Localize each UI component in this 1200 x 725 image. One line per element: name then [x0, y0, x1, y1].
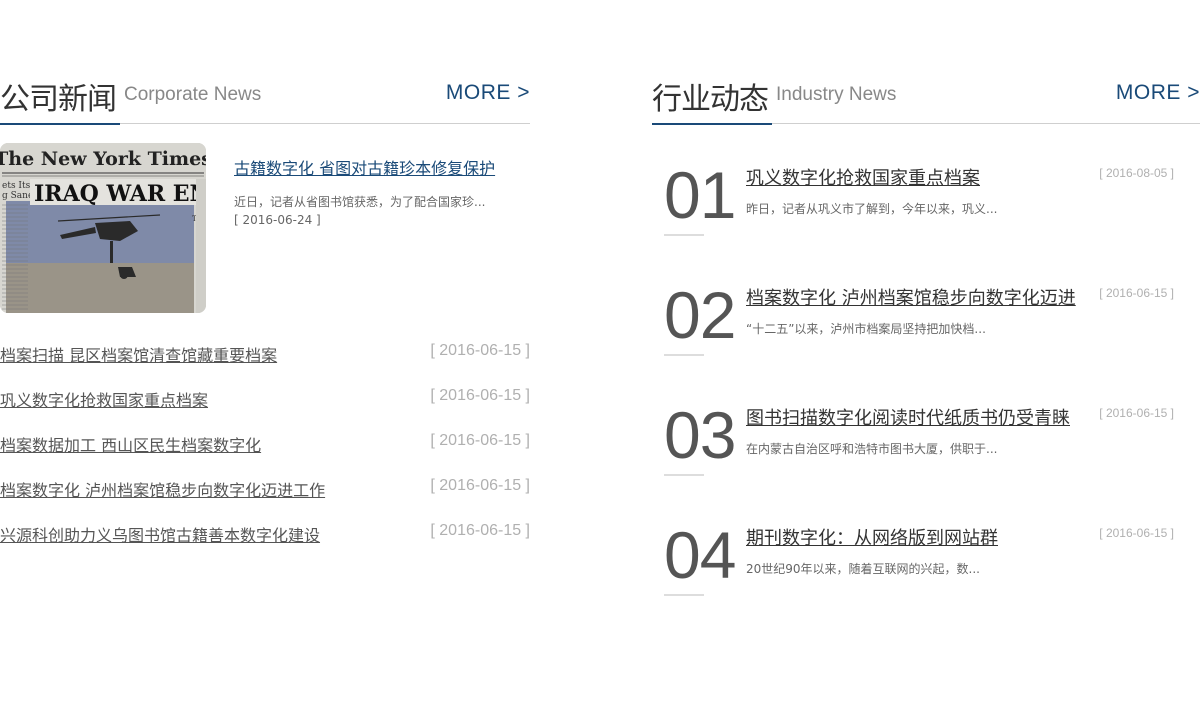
corporate-news-title: 公司新闻 — [0, 82, 117, 117]
industry-item-desc: “十二五”以来，泸州市档案局坚持把加快档... — [746, 322, 986, 336]
industry-item-desc: 在内蒙古自治区呼和浩特市图书大厦，供职于... — [746, 442, 998, 456]
list-item[interactable]: 巩义数字化抢救国家重点档案 [ 2016-06-15 ] — [0, 383, 530, 428]
industry-item-date: [ 2016-08-05 ] — [1099, 166, 1174, 180]
news-item-title[interactable]: 档案数据加工 西山区民生档案数字化 — [0, 432, 261, 456]
industry-item-title[interactable]: 图书扫描数字化阅读时代纸质书仍受青睐 — [746, 404, 1070, 430]
newspaper-masthead: The New York Times — [0, 148, 206, 170]
industry-item-divider — [664, 474, 704, 476]
industry-news-header: 行业动态 Industry News MORE > — [652, 70, 1200, 125]
list-item[interactable]: 档案扫描 昆区档案馆清查馆藏重要档案 [ 2016-06-15 ] — [0, 338, 530, 383]
newspaper-image: The New York Times ets Its Sights on g S… — [0, 143, 206, 313]
corporate-news-list: 档案扫描 昆区档案馆清查馆藏重要档案 [ 2016-06-15 ] 巩义数字化抢… — [0, 338, 530, 563]
news-item-date: [ 2016-06-15 ] — [430, 342, 530, 359]
industry-item-desc: 昨日，记者从巩义市了解到，今年以来，巩义... — [746, 202, 998, 216]
news-item-title[interactable]: 巩义数字化抢救国家重点档案 — [0, 387, 208, 411]
industry-more-link[interactable]: MORE > — [1116, 81, 1200, 105]
industry-news-subtitle: Industry News — [776, 84, 897, 105]
industry-item-divider — [664, 234, 704, 236]
industry-item-divider — [664, 594, 704, 596]
industry-item-title[interactable]: 档案数字化 泸州档案馆稳步向数字化迈进 — [746, 284, 1076, 310]
industry-item-date: [ 2016-06-15 ] — [1099, 406, 1174, 420]
news-item-date: [ 2016-06-15 ] — [430, 522, 530, 539]
industry-item-divider — [664, 354, 704, 356]
list-item[interactable]: 02 档案数字化 泸州档案馆稳步向数字化迈进 “十二五”以来，泸州市档案局坚持把… — [652, 270, 1200, 390]
list-item[interactable]: 01 巩义数字化抢救国家重点档案 昨日，记者从巩义市了解到，今年以来，巩义...… — [652, 150, 1200, 270]
industry-news-list: 01 巩义数字化抢救国家重点档案 昨日，记者从巩义市了解到，今年以来，巩义...… — [652, 150, 1200, 630]
industry-item-date: [ 2016-06-15 ] — [1099, 526, 1174, 540]
news-item-title[interactable]: 档案扫描 昆区档案馆清查馆藏重要档案 — [0, 342, 277, 366]
industry-item-title[interactable]: 巩义数字化抢救国家重点档案 — [746, 164, 980, 190]
industry-item-number: 02 — [664, 278, 736, 352]
news-item-date: [ 2016-06-15 ] — [430, 387, 530, 404]
featured-news[interactable]: The New York Times ets Its Sights on g S… — [0, 143, 530, 313]
list-item[interactable]: 03 图书扫描数字化阅读时代纸质书仍受青睐 在内蒙古自治区呼和浩特市图书大厦，供… — [652, 390, 1200, 510]
list-item[interactable]: 兴源科创助力义乌图书馆古籍善本数字化建设 [ 2016-06-15 ] — [0, 518, 530, 563]
list-item[interactable]: 档案数据加工 西山区民生档案数字化 [ 2016-06-15 ] — [0, 428, 530, 473]
industry-item-number: 01 — [664, 158, 736, 232]
industry-item-number: 03 — [664, 398, 736, 472]
news-item-title[interactable]: 档案数字化 泸州档案馆稳步向数字化迈进工作 — [0, 477, 325, 501]
corporate-news-header: 公司新闻 Corporate News MORE > — [0, 70, 530, 125]
industry-item-date: [ 2016-06-15 ] — [1099, 286, 1174, 300]
industry-news-title: 行业动态 — [652, 82, 769, 117]
featured-news-title[interactable]: 古籍数字化 省图对古籍珍本修复保护 — [234, 155, 495, 179]
list-item[interactable]: 档案数字化 泸州档案馆稳步向数字化迈进工作 [ 2016-06-15 ] — [0, 473, 530, 518]
newspaper-headline: IRAQ WAR ENI — [34, 181, 206, 207]
industry-item-title[interactable]: 期刊数字化：从网络版到网站群 — [746, 524, 998, 550]
list-item[interactable]: 04 期刊数字化：从网络版到网站群 20世纪90年以来，随着互联网的兴起，数..… — [652, 510, 1200, 630]
industry-item-desc: 20世纪90年以来，随着互联网的兴起，数... — [746, 562, 980, 576]
featured-news-date: [ 2016-06-24 ] — [234, 213, 321, 227]
news-item-date: [ 2016-06-15 ] — [430, 432, 530, 449]
corporate-more-link[interactable]: MORE > — [446, 81, 530, 105]
industry-item-number: 04 — [664, 518, 736, 592]
corporate-news-subtitle: Corporate News — [124, 84, 262, 105]
featured-news-desc: 近日，记者从省图书馆获悉，为了配合国家珍... — [234, 195, 486, 209]
news-item-title[interactable]: 兴源科创助力义乌图书馆古籍善本数字化建设 — [0, 522, 320, 546]
industry-header-accent — [652, 123, 772, 125]
news-item-date: [ 2016-06-15 ] — [430, 477, 530, 494]
corporate-header-accent — [0, 123, 120, 125]
featured-news-image[interactable]: The New York Times ets Its Sights on g S… — [0, 143, 206, 313]
